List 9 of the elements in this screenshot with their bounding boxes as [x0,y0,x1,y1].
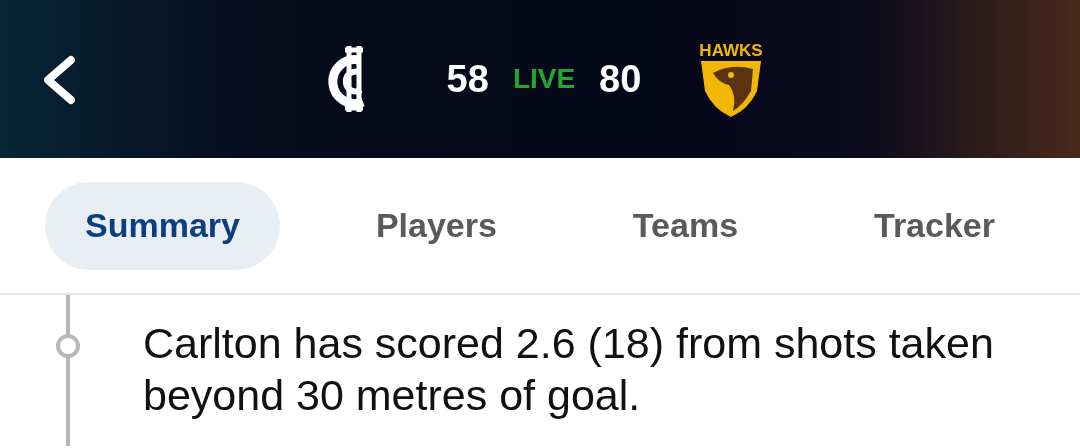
away-score: 80 [599,56,642,102]
timeline-text: Carlton has scored 2.6 (18) from shots taken beyond 30 metres of goal. [143,318,995,421]
home-score: 58 [446,56,489,102]
tab[interactable]: Tracker [834,181,1035,270]
live-indicator: LIVE [512,62,576,96]
tab[interactable]: Players [335,181,537,270]
timeline-node-icon [55,333,81,359]
tab[interactable]: Summary [45,181,280,270]
tab[interactable]: Teams [592,181,779,270]
